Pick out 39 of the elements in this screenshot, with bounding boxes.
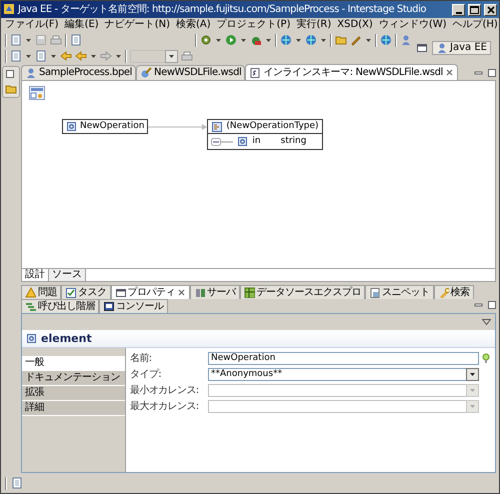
field-name: in (252, 136, 261, 147)
field-type: string (280, 136, 306, 147)
editor-tab[interactable]: インラインスキーマ: NewWSDLFile.wsdl (245, 64, 458, 80)
view-tab[interactable]: スニペット (365, 285, 434, 299)
editor-tab[interactable]: SampleProcess.bpel (21, 65, 136, 80)
view-tab[interactable]: 問題 (21, 285, 61, 299)
menu-item[interactable]: プロジェクト(P) (216, 19, 290, 31)
editor-mode-tab[interactable]: 設計 (22, 269, 49, 281)
perspective-button[interactable]: Java EE (432, 41, 491, 55)
properties-title: element (41, 332, 92, 346)
menu-item[interactable]: ナビゲート(N) (104, 19, 170, 31)
field-label: 名前: (130, 352, 153, 365)
section-tab[interactable]: 拡張 (22, 386, 125, 402)
view-tab[interactable]: サーバ (190, 285, 240, 299)
section-tab[interactable]: ドキュメンテーション (22, 371, 125, 386)
menu-item[interactable]: ウィンドウ(W) (378, 19, 447, 31)
field-label: 最大オカレンス: (130, 400, 200, 413)
editor-mode-tab[interactable]: ソース (49, 269, 86, 281)
menu-item[interactable]: 実行(R) (296, 19, 332, 31)
text-field[interactable]: NewOperation (208, 352, 479, 366)
view-tab[interactable]: データソースエクスプロ (240, 285, 365, 299)
menu-item[interactable]: 検索(A) (176, 19, 211, 31)
view-tab[interactable]: タスク (61, 285, 110, 299)
menu-item[interactable]: 編集(E) (64, 19, 99, 31)
window-title: Java EE - ターゲット名前空間: http://sample.fujitsu.com/SampleProcess - Interstage Studio (18, 4, 428, 16)
editor-tab[interactable]: NewWSDLFile.wsdl (136, 65, 246, 80)
menu-item[interactable]: ヘルプ(H) (452, 19, 498, 31)
section-tab[interactable]: 一般 (22, 356, 125, 372)
section-tab[interactable]: 詳細 (22, 401, 125, 416)
view-tab[interactable]: 検索 (434, 285, 474, 299)
field-label: 最小オカレンス: (130, 384, 200, 397)
view-tab[interactable]: 呼び出し階層 (21, 299, 99, 313)
field-label: タイプ: (130, 368, 162, 381)
menu-item[interactable]: ファイル(F) (5, 19, 59, 31)
menu-item[interactable]: XSD(X) (337, 19, 373, 31)
view-tab[interactable]: プロパティ (110, 285, 190, 299)
view-tab[interactable]: コンソール (99, 299, 168, 313)
element-node: NewOperation (62, 119, 148, 134)
type-name: (NewOperationType) (226, 121, 319, 132)
